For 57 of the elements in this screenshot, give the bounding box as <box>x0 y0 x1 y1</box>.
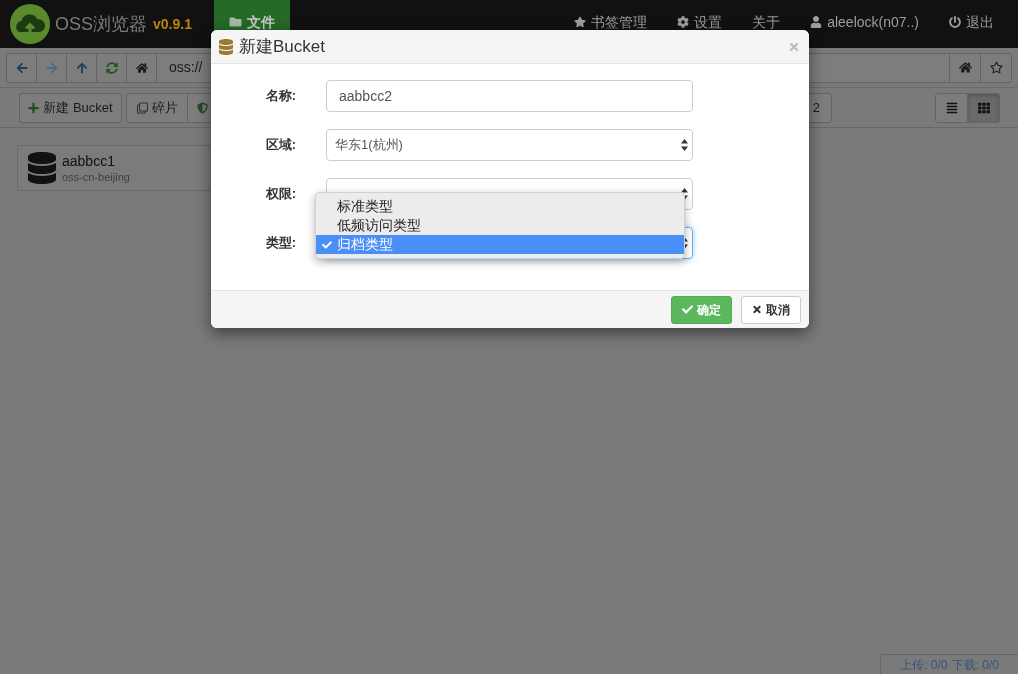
grid-icon <box>977 101 990 114</box>
gear-icon <box>677 16 690 28</box>
refresh-button[interactable] <box>96 52 127 83</box>
refresh-icon <box>105 61 118 74</box>
field-label: 区域: <box>264 136 296 155</box>
list-view-button[interactable] <box>935 92 968 123</box>
list-icon <box>945 101 958 114</box>
plus-icon <box>28 101 40 114</box>
bucket-region: oss-cn-beijing <box>62 169 130 184</box>
database-icon <box>219 38 233 55</box>
cancel-button[interactable]: 取消 <box>741 295 801 324</box>
shield-icon <box>197 101 208 114</box>
dropdown-option[interactable]: 标准类型 <box>316 197 684 216</box>
star-icon <box>574 16 587 28</box>
close-icon <box>752 304 762 315</box>
dropdown-option[interactable]: 低频访问类型 <box>316 216 684 235</box>
nav-menu-item[interactable]: aleelock(n07..) <box>810 14 919 30</box>
nav-menu-item[interactable]: 设置 <box>677 14 723 30</box>
check-icon <box>321 239 332 250</box>
nav-menu-item[interactable]: 退出 <box>949 14 994 30</box>
app-title: OSS浏览器 <box>55 12 147 36</box>
copy-icon <box>136 101 148 114</box>
arrow-left-icon <box>15 61 28 74</box>
star-icon <box>989 61 1003 74</box>
permissions-button[interactable] <box>187 92 213 123</box>
nav-menu-item[interactable]: 关于 <box>752 14 781 30</box>
nav-tab[interactable]: 文件 <box>214 0 290 30</box>
dialog-title: 新建Bucket <box>239 35 325 58</box>
close-icon <box>789 40 799 53</box>
home-icon <box>958 61 972 74</box>
back-button[interactable] <box>6 52 37 83</box>
version-label: v0.9.1 <box>153 14 192 34</box>
grid-view-button[interactable] <box>967 92 1000 123</box>
field-label: 名称: <box>264 87 296 106</box>
nav-menu-item[interactable]: 书签管理 <box>574 14 648 30</box>
cloud-logo-icon <box>10 4 50 44</box>
folder-icon <box>229 16 242 28</box>
select-arrows-icon <box>681 139 688 151</box>
bucket-name: aabbcc1 <box>62 152 116 170</box>
user-icon <box>810 16 823 28</box>
field-label: 类型: <box>264 234 296 253</box>
power-icon <box>949 16 961 28</box>
fragments-button[interactable]: 碎片 <box>126 92 188 123</box>
arrow-right-icon <box>45 61 58 74</box>
download-count: 下载: 0/0 <box>951 656 999 674</box>
check-icon <box>682 304 693 315</box>
up-button[interactable] <box>66 52 97 83</box>
home-icon <box>135 61 148 74</box>
home-button[interactable] <box>126 52 157 83</box>
text-input[interactable]: aabbcc2 <box>326 80 693 112</box>
home-button[interactable] <box>949 52 981 83</box>
bookmark-button[interactable] <box>980 52 1012 83</box>
database-icon <box>28 152 56 184</box>
field-label: 权限: <box>264 185 296 204</box>
arrow-up-icon <box>75 61 88 74</box>
select-field[interactable]: 华东1(杭州) <box>326 129 693 161</box>
create-bucket-button[interactable]: 新建 Bucket <box>19 92 122 123</box>
